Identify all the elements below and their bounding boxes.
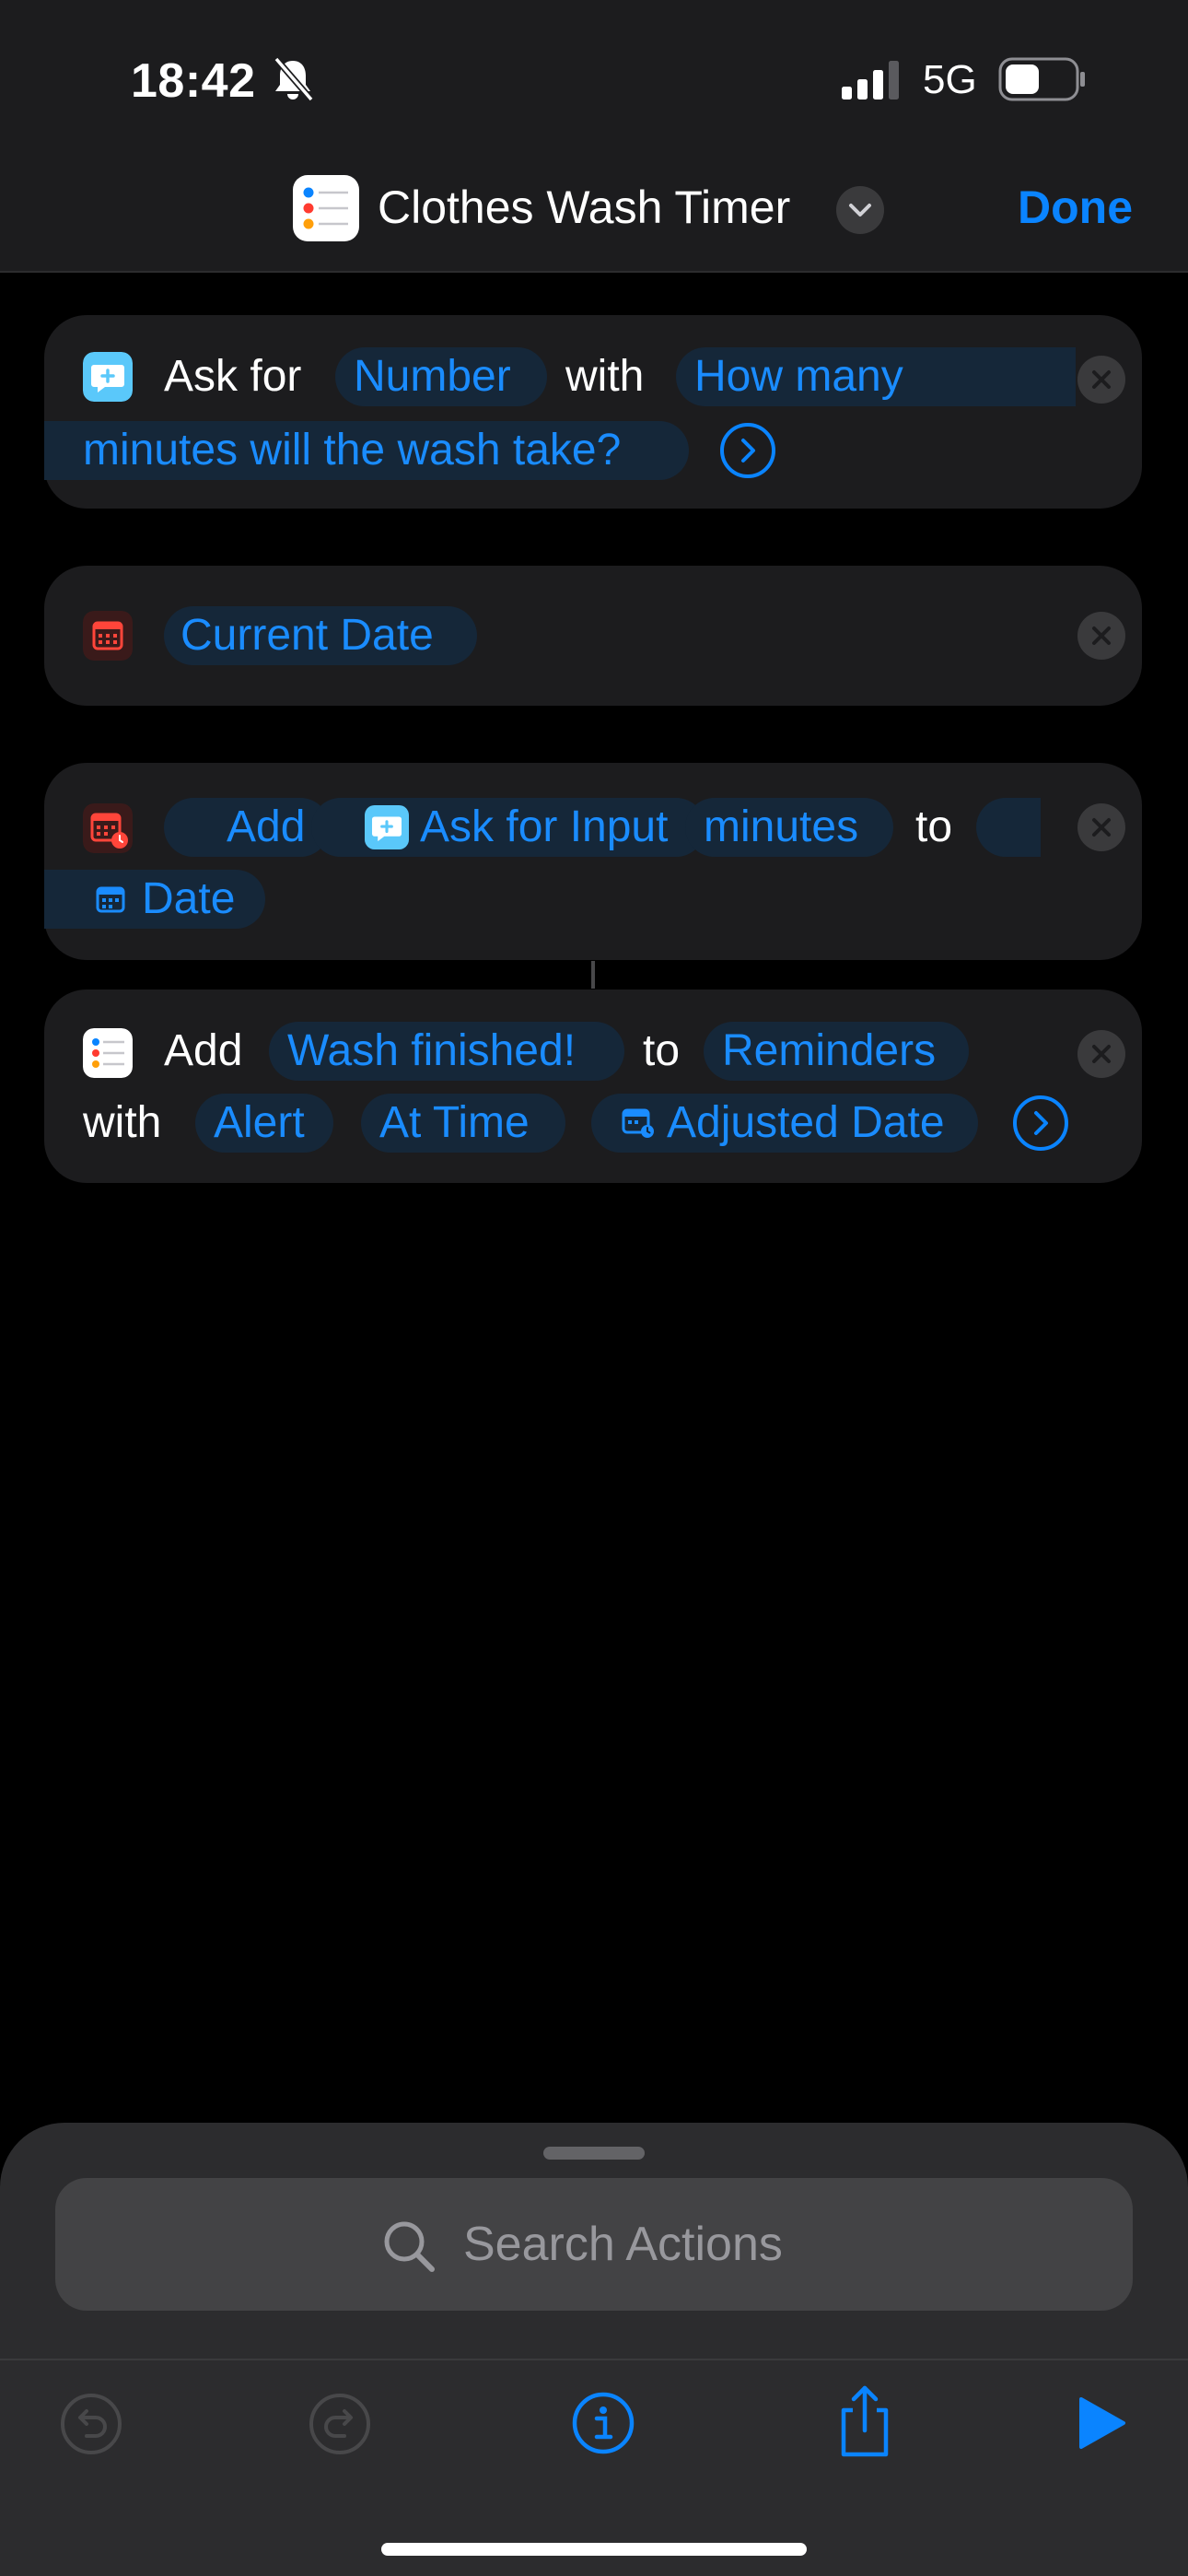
reminder-list: Reminders xyxy=(722,1026,937,1075)
action-current-date[interactable]: Current Date xyxy=(44,566,1142,706)
signal-icon xyxy=(842,61,899,100)
bell-slash-icon xyxy=(274,56,314,102)
current-date-value: Current Date xyxy=(181,611,434,660)
reminder-text-pill[interactable]: Wash finished! xyxy=(269,1022,624,1081)
calendar-icon xyxy=(83,611,133,661)
adjusted-date-variable: Adjusted Date xyxy=(667,1098,945,1147)
ask-input-variable-pill[interactable]: Ask for Input xyxy=(311,798,705,857)
date-variable-pill[interactable]: Date xyxy=(44,870,265,929)
battery-icon xyxy=(998,57,1085,101)
close-icon xyxy=(1092,818,1111,837)
date-pill-start[interactable] xyxy=(976,798,1041,857)
reminder-list-pill[interactable]: Reminders xyxy=(704,1022,969,1081)
prompt-pill-line2[interactable]: minutes will the wash take? xyxy=(44,421,689,480)
action-connector xyxy=(591,961,595,989)
to-label: to xyxy=(915,802,953,851)
redo-icon[interactable] xyxy=(308,2392,372,2456)
remove-action-button[interactable] xyxy=(1077,612,1125,660)
prompt-text-line2: minutes will the wash take? xyxy=(83,426,622,474)
shortcut-title[interactable]: Clothes Wash Timer xyxy=(378,181,790,234)
close-icon xyxy=(1092,1045,1111,1063)
add-label: Add xyxy=(164,1026,243,1075)
play-icon[interactable] xyxy=(1076,2394,1127,2453)
ask-label: Ask for xyxy=(164,352,302,401)
calendar-icon xyxy=(96,886,125,913)
close-icon xyxy=(1092,626,1111,645)
with-label: with xyxy=(565,352,645,401)
reminders-app-icon xyxy=(83,1028,133,1078)
unit-pill[interactable]: minutes xyxy=(685,798,893,857)
reminders-app-icon[interactable] xyxy=(293,175,359,241)
add-label: Add xyxy=(227,802,306,851)
search-placeholder: Search Actions xyxy=(463,2218,783,2271)
undo-icon[interactable] xyxy=(59,2392,123,2456)
adjusted-date-pill[interactable]: Adjusted Date xyxy=(591,1094,978,1153)
with-label: with xyxy=(83,1098,162,1147)
chevron-down-icon xyxy=(849,204,871,217)
type-pill[interactable]: Number xyxy=(335,347,547,406)
remove-action-button[interactable] xyxy=(1077,803,1125,851)
prompt-pill-line1[interactable]: How many xyxy=(676,347,1076,406)
search-icon xyxy=(384,2221,435,2272)
prompt-text-line1: How many xyxy=(694,352,903,401)
share-icon[interactable] xyxy=(834,2383,895,2460)
action-ask-for-input[interactable]: Ask for Number with How many minutes wil… xyxy=(44,315,1142,509)
calendar-badge-icon xyxy=(622,1108,654,1138)
action-add-reminder[interactable]: Add Wash finished! to Reminders with Ale… xyxy=(44,989,1142,1183)
expand-button[interactable] xyxy=(1013,1095,1068,1151)
to-label: to xyxy=(643,1026,681,1075)
network-type: 5G xyxy=(923,57,977,102)
ask-input-icon xyxy=(365,805,409,849)
alert-pill[interactable]: Alert xyxy=(195,1094,333,1153)
title-menu-button[interactable] xyxy=(836,186,884,234)
sheet-grabber[interactable] xyxy=(543,2147,645,2160)
remove-action-button[interactable] xyxy=(1077,1030,1125,1078)
toolbar-divider xyxy=(0,2359,1188,2360)
info-icon[interactable] xyxy=(570,2390,636,2456)
remove-action-button[interactable] xyxy=(1077,356,1125,404)
alert-time-pill[interactable]: At Time xyxy=(361,1094,565,1153)
add-mode-pill[interactable]: Add xyxy=(164,798,330,857)
ask-input-variable: Ask for Input xyxy=(420,802,669,851)
current-date-pill[interactable]: Current Date xyxy=(164,606,477,665)
expand-button[interactable] xyxy=(720,423,775,478)
date-variable: Date xyxy=(142,874,236,923)
home-indicator xyxy=(381,2543,807,2556)
ask-input-icon xyxy=(83,352,133,402)
reminder-text: Wash finished! xyxy=(287,1026,577,1075)
status-time: 18:42 xyxy=(131,54,256,108)
close-icon xyxy=(1092,370,1111,389)
chevron-right-icon xyxy=(741,439,755,463)
unit-value: minutes xyxy=(704,802,859,851)
type-value: Number xyxy=(354,352,511,401)
done-button[interactable]: Done xyxy=(1018,181,1133,234)
action-adjust-date[interactable]: Add Ask for Input minutes to Date xyxy=(44,763,1142,960)
calendar-badge-icon xyxy=(83,803,133,853)
alert-time-value: At Time xyxy=(379,1098,530,1147)
chevron-right-icon xyxy=(1034,1111,1048,1135)
alert-value: Alert xyxy=(214,1098,305,1147)
